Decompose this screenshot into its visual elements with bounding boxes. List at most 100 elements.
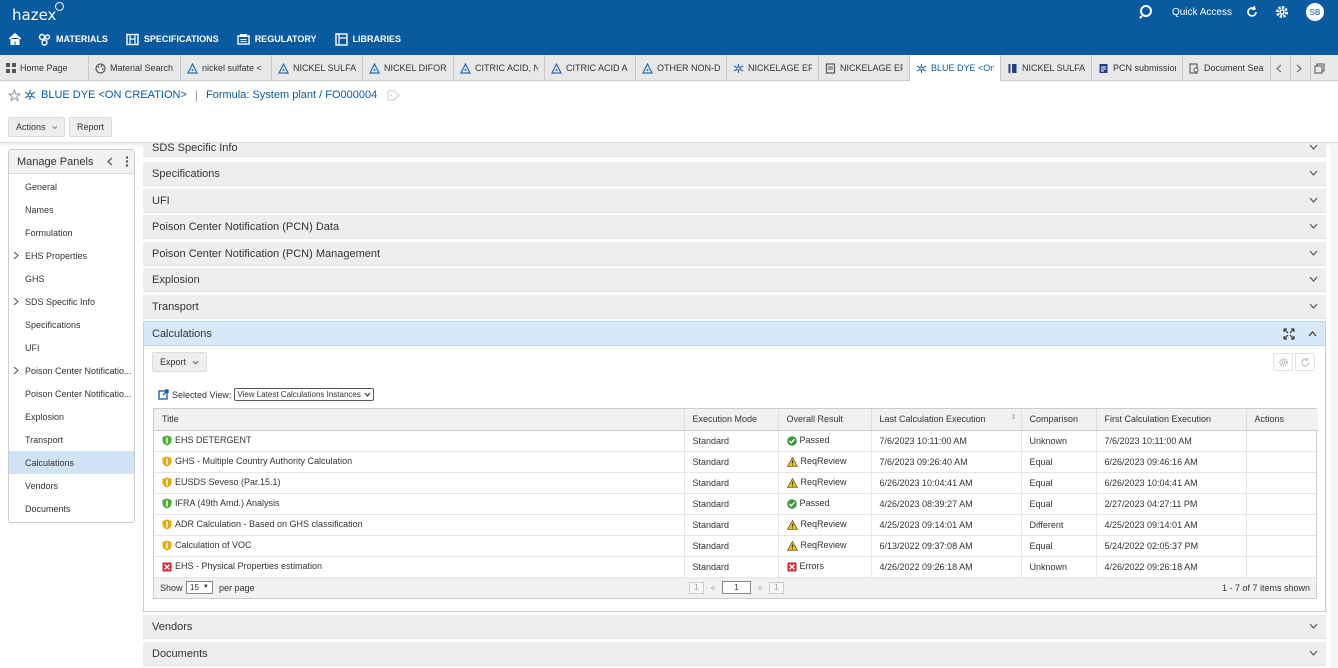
sidebar-item-formulation[interactable]: Formulation <box>9 221 134 244</box>
tab-other-non-de[interactable]: OTHER NON-De <box>636 55 727 81</box>
tab-nickel-difori[interactable]: NICKEL DIFORI <box>363 55 454 81</box>
nav-materials[interactable]: MATERIALS <box>38 33 108 46</box>
sidebar-item-documents[interactable]: Documents <box>9 497 134 520</box>
row-title[interactable]: ADR Calculation - Based on GHS classific… <box>175 519 363 529</box>
tab-pcn-submission[interactable]: PCN submission <box>1092 55 1183 81</box>
sidebar-item-calculations[interactable]: Calculations <box>9 451 134 474</box>
tab-nickelage-ep-2[interactable]: NICKELAGE EP <box>819 55 910 81</box>
tab-nickel-sulfat-2[interactable]: NICKEL SULFAT <box>1001 55 1092 81</box>
refresh-icon[interactable] <box>1244 4 1260 20</box>
top-bar: hazex Quick Access SB MATERIALS SPECIFIC… <box>0 0 1338 55</box>
table-row[interactable]: EUSDS Seveso (Par.15.1) Standard ReqRevi… <box>154 472 1318 494</box>
sidebar-item-sds-specific-info[interactable]: SDS Specific Info <box>9 290 134 313</box>
table-row[interactable]: EHS - Physical Properties estimation Sta… <box>154 556 1318 578</box>
last-page-button[interactable]: 1 <box>769 581 784 594</box>
sidebar-item-ufi[interactable]: UFI <box>9 336 134 359</box>
more-options-icon[interactable] <box>125 156 129 167</box>
sidebar-item-explosion[interactable]: Explosion <box>9 405 134 428</box>
row-title[interactable]: EHS - Physical Properties estimation <box>175 561 322 571</box>
sidebar-item-pcn-management[interactable]: Poison Center Notificatio... <box>9 382 134 405</box>
sidebar-item-ghs[interactable]: GHS <box>9 267 134 290</box>
tabs-scroll-right[interactable] <box>1291 55 1311 81</box>
row-title[interactable]: IFRA (49th Amd.) Analysis <box>175 498 280 508</box>
table-row[interactable]: Calculation of VOC Standard ReqReview 6/… <box>154 535 1318 557</box>
column-header-execution-mode[interactable]: Execution Mode <box>684 409 779 431</box>
report-button[interactable]: Report <box>69 117 112 137</box>
section-calculations[interactable]: Calculations <box>143 321 1326 346</box>
column-header-overall-result[interactable]: Overall Result <box>778 409 872 431</box>
prev-page-icon[interactable]: « <box>707 582 719 594</box>
section-explosion[interactable]: Explosion <box>143 268 1326 292</box>
tab-nickel-sulfat[interactable]: NICKEL SULFAT <box>272 55 363 81</box>
tab-document-search[interactable]: Document Sear <box>1183 55 1271 81</box>
sidebar-item-specifications[interactable]: Specifications <box>9 313 134 336</box>
hazex-logo[interactable]: hazex <box>12 2 65 24</box>
gear-icon[interactable] <box>1274 4 1290 20</box>
tabs-overview-button[interactable] <box>1311 55 1331 81</box>
page-scrollbar[interactable] <box>1330 143 1338 668</box>
tabs-scroll-left[interactable] <box>1271 55 1291 81</box>
flask-icon <box>369 62 380 74</box>
sidebar-item-vendors[interactable]: Vendors <box>9 474 134 497</box>
section-pcn-management[interactable]: Poison Center Notification (PCN) Managem… <box>143 242 1326 266</box>
tab-home-page[interactable]: Home Page <box>0 55 89 81</box>
chevron-right-icon[interactable] <box>13 297 19 306</box>
nav-libraries[interactable]: LIBRARIES <box>334 32 401 46</box>
table-row[interactable]: EHS DETERGENT Standard Passed 7/6/2023 1… <box>154 430 1318 452</box>
chevron-up-icon[interactable] <box>1308 331 1317 337</box>
quick-access-menu[interactable]: Quick Access <box>1172 7 1232 18</box>
row-title[interactable]: EHS DETERGENT <box>175 435 252 445</box>
sidebar-item-names[interactable]: Names <box>9 198 134 221</box>
row-title[interactable]: EUSDS Seveso (Par.15.1) <box>175 477 281 487</box>
collapse-panel-icon[interactable] <box>107 157 113 166</box>
expand-icon[interactable] <box>1283 328 1295 340</box>
home-icon[interactable] <box>8 32 22 46</box>
export-button[interactable]: Export <box>152 352 207 372</box>
settings-button[interactable] <box>1273 353 1293 371</box>
table-row[interactable]: IFRA (49th Amd.) Analysis Standard Passe… <box>154 493 1318 515</box>
user-avatar[interactable]: SB <box>1306 3 1324 21</box>
nav-regulatory[interactable]: REGULATORY <box>236 33 317 46</box>
column-header-last-execution[interactable]: Last Calculation Execution ⇕ <box>871 409 1022 431</box>
next-page-icon[interactable]: » <box>754 582 766 594</box>
sidebar-item-ehs-properties[interactable]: EHS Properties <box>9 244 134 267</box>
section-ufi[interactable]: UFI <box>143 189 1326 213</box>
chevron-right-icon[interactable] <box>13 251 19 260</box>
nav-specifications[interactable]: SPECIFICATIONS <box>126 33 219 46</box>
sort-icon[interactable]: ⇕ <box>1011 413 1017 421</box>
sidebar-item-transport[interactable]: Transport <box>9 428 134 451</box>
sidebar-item-pcn-data[interactable]: Poison Center Notificatio... <box>9 359 134 382</box>
page-size-select[interactable]: 15 ▼ <box>186 580 213 594</box>
formula-link[interactable]: Formula: System plant / FO000004 <box>206 89 377 101</box>
first-page-button[interactable]: 1 <box>689 581 704 594</box>
tab-citric-acid-n[interactable]: CITRIC ACID, N <box>454 55 545 81</box>
tab-nickelage-ep-1[interactable]: NICKELAGE EP <box>727 55 819 81</box>
column-header-title[interactable]: Title <box>154 409 685 431</box>
chevron-right-icon[interactable] <box>13 366 19 375</box>
external-link-icon[interactable] <box>158 389 169 400</box>
table-row[interactable]: ADR Calculation - Based on GHS classific… <box>154 514 1318 536</box>
tab-citric-acid-a[interactable]: CITRIC ACID A <box>545 55 636 81</box>
table-row[interactable]: GHS - Multiple Country Authority Calcula… <box>154 451 1318 473</box>
row-title[interactable]: Calculation of VOC <box>175 540 252 550</box>
actions-button[interactable]: Actions <box>8 117 65 137</box>
section-transport[interactable]: Transport <box>143 295 1326 319</box>
selected-view-select[interactable]: View Latest Calculations Instances <box>234 388 374 401</box>
section-vendors[interactable]: Vendors <box>143 615 1326 639</box>
tab-material-search[interactable]: Material Search <box>89 55 181 81</box>
section-pcn-data[interactable]: Poison Center Notification (PCN) Data <box>143 215 1326 239</box>
tag-icon[interactable] <box>387 90 400 101</box>
column-header-comparison[interactable]: Comparison <box>1021 409 1097 431</box>
reload-button[interactable] <box>1295 353 1315 371</box>
sidebar-item-general[interactable]: General <box>9 175 134 198</box>
favorite-star-icon[interactable] <box>8 88 21 102</box>
tab-blue-dye[interactable]: BLUE DYE <On <box>910 55 1001 81</box>
search-help-icon[interactable] <box>1138 4 1154 20</box>
row-title[interactable]: GHS - Multiple Country Authority Calcula… <box>175 456 352 466</box>
section-sds-specific-info[interactable]: SDS Specific Info <box>143 142 1326 157</box>
section-documents[interactable]: Documents <box>143 642 1326 666</box>
tab-nickel-sulfate[interactable]: nickel sulfate < <box>181 55 272 81</box>
column-header-first-execution[interactable]: First Calculation Execution <box>1096 409 1247 431</box>
section-specifications[interactable]: Specifications <box>143 162 1326 186</box>
page-input[interactable]: 1 <box>722 580 751 594</box>
